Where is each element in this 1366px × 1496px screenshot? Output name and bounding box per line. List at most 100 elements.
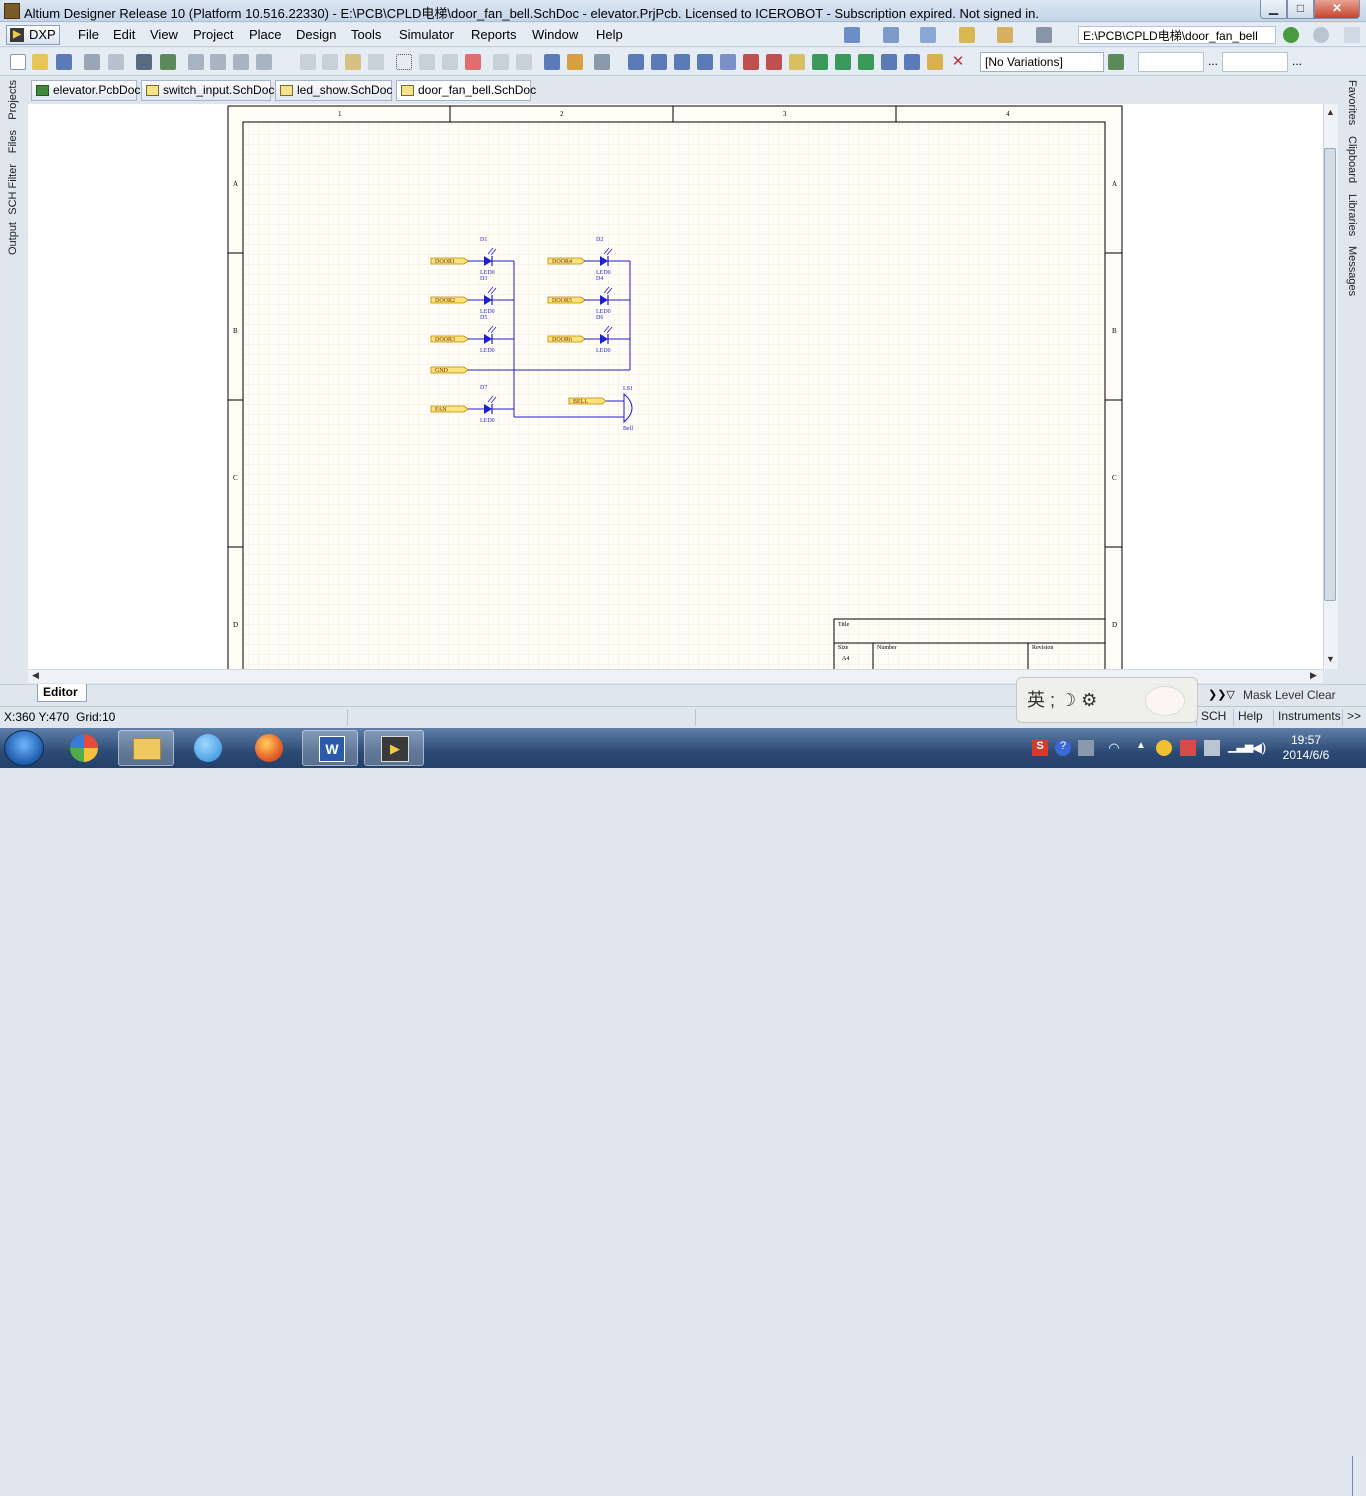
minimize-button[interactable]: ▁: [1260, 0, 1287, 19]
net-port-label[interactable]: FAN: [435, 407, 447, 413]
mask-combo[interactable]: [1222, 52, 1288, 72]
taskbar-word-icon[interactable]: W: [302, 730, 358, 766]
library-icon[interactable]: [594, 54, 610, 70]
menu-window[interactable]: Window: [532, 27, 578, 42]
panel-tab-files[interactable]: Files: [7, 130, 19, 153]
menu-edit[interactable]: Edit: [113, 27, 135, 42]
print-preview-icon[interactable]: [108, 54, 124, 70]
filter-arrows-icon[interactable]: ❯❯▽: [1208, 688, 1235, 701]
device-sheet-icon[interactable]: [858, 54, 874, 70]
comment-d6[interactable]: LED0: [596, 348, 611, 354]
rubber-stamp-icon[interactable]: [368, 54, 384, 70]
place-part-icon[interactable]: [789, 54, 805, 70]
panel-tab-libraries[interactable]: Libraries: [1346, 194, 1358, 236]
dxp-menu-button[interactable]: ▶ DXP: [6, 25, 60, 45]
designator-d2[interactable]: D2: [596, 237, 603, 243]
net-port-label[interactable]: DOOR2: [435, 298, 455, 304]
browse-icon[interactable]: [567, 54, 583, 70]
tray-expand-icon[interactable]: ▲: [1133, 740, 1149, 756]
menu-view[interactable]: View: [150, 27, 178, 42]
show-desktop-button[interactable]: [1352, 1456, 1366, 1496]
tab-editor[interactable]: Editor: [37, 684, 87, 702]
tray-qq-icon[interactable]: [1156, 740, 1172, 756]
tray-volume-icon[interactable]: ◀): [1251, 740, 1267, 756]
maximize-button[interactable]: □: [1287, 0, 1314, 19]
panel-tab-messages[interactable]: Messages: [1346, 246, 1358, 296]
tab-door-fan-bell-schdoc[interactable]: door_fan_bell.SchDoc: [396, 80, 536, 101]
variations-combo[interactable]: [No Variations]: [980, 52, 1104, 72]
panel-tab-sch-filter[interactable]: SCH Filter: [7, 164, 19, 215]
tab-elevator-pcbdoc[interactable]: elevator.PcbDoc: [31, 80, 140, 101]
vcc-port-icon[interactable]: [766, 54, 782, 70]
tray-wifi-icon[interactable]: ◠: [1106, 740, 1122, 756]
paste-icon[interactable]: [345, 54, 361, 70]
clear-filter-icon[interactable]: [465, 54, 481, 70]
menu-place[interactable]: Place: [249, 27, 282, 42]
print-icon[interactable]: [84, 54, 100, 70]
more-panels-button[interactable]: >>: [1342, 709, 1365, 726]
copy-icon[interactable]: [322, 54, 338, 70]
zoom-selected-icon[interactable]: [233, 54, 249, 70]
select-area-icon[interactable]: [396, 54, 412, 70]
ime-mascot-icon[interactable]: [1145, 686, 1185, 716]
move-icon[interactable]: [419, 54, 435, 70]
redo-icon[interactable]: [516, 54, 532, 70]
menu-help[interactable]: Help: [596, 27, 623, 42]
tray-device-icon[interactable]: [1204, 740, 1220, 756]
ime-toolbar[interactable]: 英 ; ☽ ⚙: [1016, 677, 1198, 723]
document-path-combo[interactable]: E:\PCB\CPLD电梯\door_fan_bell: [1078, 26, 1276, 44]
sch-panel-button[interactable]: SCH: [1196, 709, 1230, 726]
schematic-sheet[interactable]: 1 2 3 4 A B C D A B C D Title Size A4 Nu…: [28, 104, 1338, 669]
align-icon[interactable]: [883, 27, 899, 43]
schematic-editor-canvas[interactable]: 1 2 3 4 A B C D A B C D Title Size A4 Nu…: [28, 104, 1338, 669]
tray-signal-icon[interactable]: ▁▃▅: [1228, 740, 1253, 756]
place-signal-harness-icon[interactable]: [674, 54, 690, 70]
taskbar-clock[interactable]: 19:57 2014/6/6: [1276, 733, 1336, 763]
clear-button[interactable]: Clear: [1307, 688, 1336, 702]
place-bus-icon[interactable]: [651, 54, 667, 70]
scroll-left-icon[interactable]: ◀: [32, 670, 39, 681]
help-panel-button[interactable]: Help: [1233, 709, 1267, 726]
back-icon[interactable]: [1283, 27, 1299, 43]
menu-tools[interactable]: Tools: [351, 27, 381, 42]
undo-icon[interactable]: [493, 54, 509, 70]
open-icon[interactable]: [32, 54, 48, 70]
comment-d5[interactable]: LED0: [480, 348, 495, 354]
comment-bell[interactable]: Bell: [623, 426, 633, 432]
no-erc-icon[interactable]: ✕: [950, 54, 966, 70]
tray-sogou-icon[interactable]: S: [1032, 740, 1048, 756]
tab-switch-input-schdoc[interactable]: switch_input.SchDoc: [141, 80, 274, 101]
menu-file[interactable]: File: [78, 27, 99, 42]
tray-monitor-icon[interactable]: [1078, 740, 1094, 756]
designator-d4[interactable]: D4: [596, 276, 603, 282]
save-icon[interactable]: [56, 54, 72, 70]
board-icon[interactable]: [160, 54, 176, 70]
power-port-icon[interactable]: [920, 27, 936, 43]
designator-d6[interactable]: D6: [596, 315, 603, 321]
scroll-right-icon[interactable]: ▶: [1310, 670, 1317, 681]
variants-icon[interactable]: [1108, 54, 1124, 70]
forward-icon[interactable]: [1313, 27, 1329, 43]
close-button[interactable]: ✕: [1314, 0, 1360, 19]
taskbar-altium-icon[interactable]: ▶: [364, 730, 424, 766]
taskbar-qq-icon[interactable]: [180, 730, 236, 766]
wire-tool-icon[interactable]: [844, 27, 860, 43]
more-ellipsis[interactable]: ...: [1208, 54, 1218, 68]
place-wire-icon[interactable]: [628, 54, 644, 70]
zoom-icon[interactable]: [256, 54, 272, 70]
new-doc-icon[interactable]: [10, 54, 26, 70]
sheet-symbol-icon[interactable]: [812, 54, 828, 70]
taskbar-app-pinwheel-icon[interactable]: [56, 730, 112, 766]
deselect-icon[interactable]: [442, 54, 458, 70]
place-port-icon[interactable]: [927, 54, 943, 70]
scroll-up-icon[interactable]: ▲: [1326, 107, 1335, 117]
harness-connector-icon[interactable]: [881, 54, 897, 70]
designator-d5[interactable]: D5: [480, 315, 487, 321]
designator-d3[interactable]: D3: [480, 276, 487, 282]
harness-entry-icon[interactable]: [904, 54, 920, 70]
sheet-entry-icon[interactable]: [835, 54, 851, 70]
start-button-icon[interactable]: [4, 730, 44, 766]
tab-led-show-schdoc[interactable]: led_show.SchDoc: [275, 80, 392, 101]
net-port-label[interactable]: DOOR1: [435, 259, 455, 265]
tray-security-icon[interactable]: [1180, 740, 1196, 756]
